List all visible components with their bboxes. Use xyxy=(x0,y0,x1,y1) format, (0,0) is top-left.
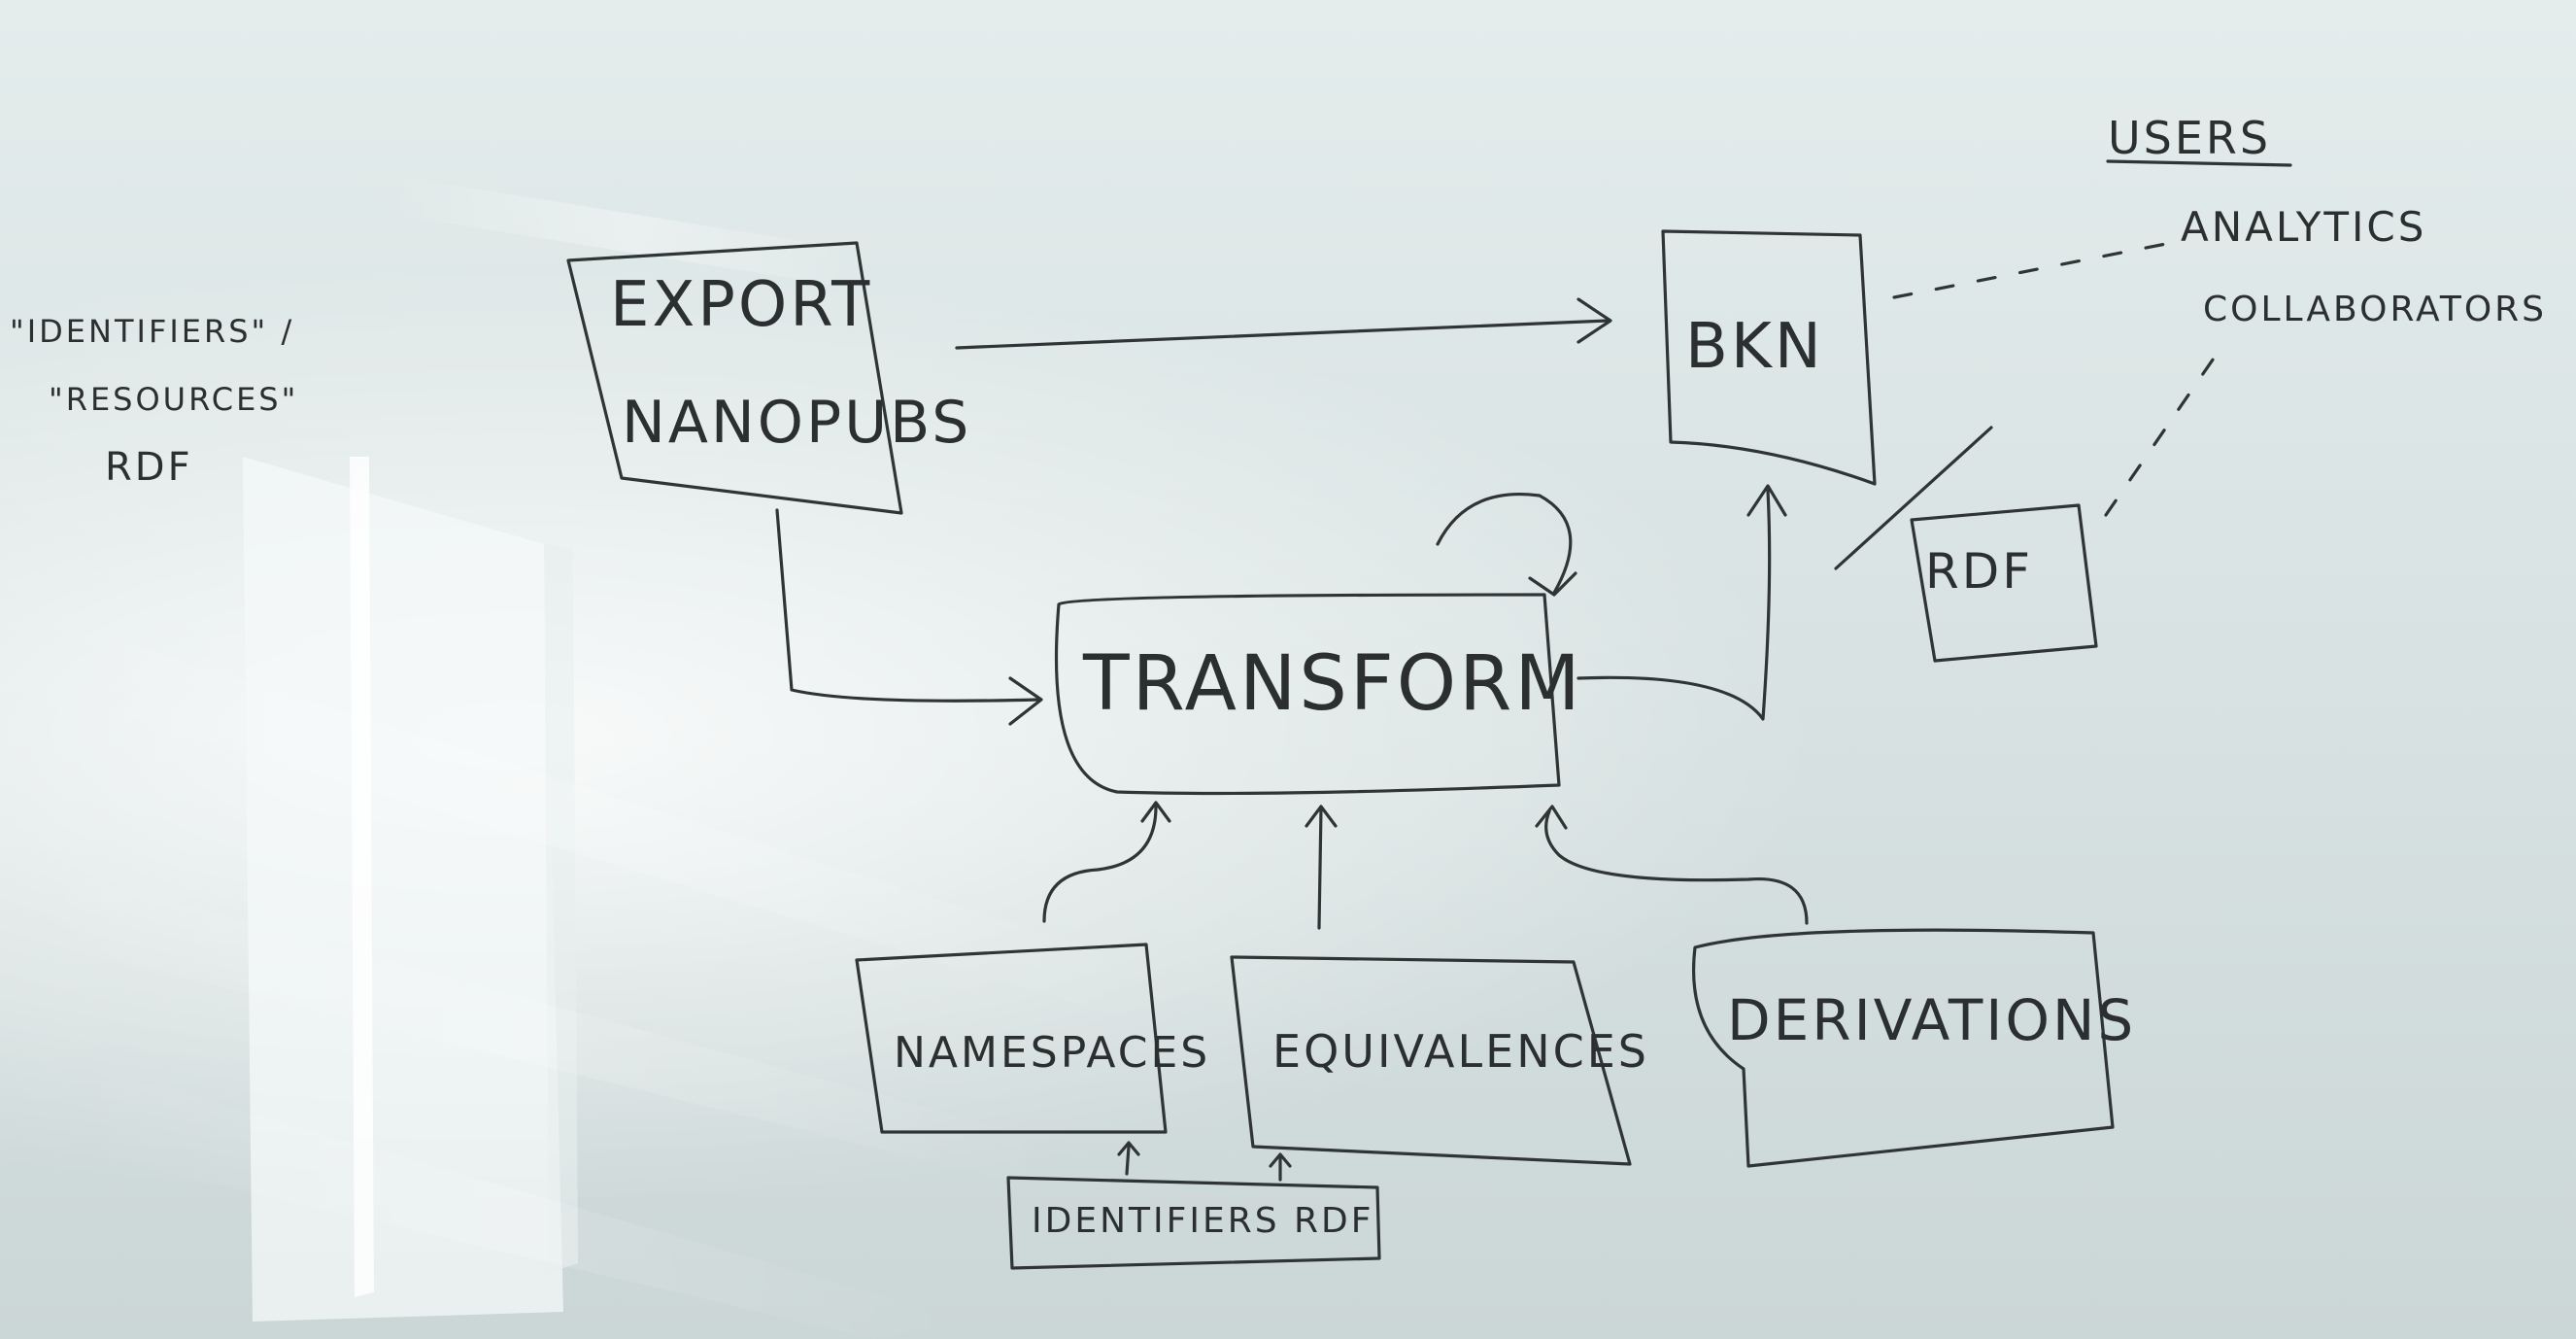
export-nanopubs-node: EXPORT NANOPUBS xyxy=(566,241,971,515)
diagram-canvas: EXPORT NANOPUBS BKN TRANSFORM NAMESPACES xyxy=(10,112,2547,1270)
note-identifiers: "IDENTIFIERS" / xyxy=(10,313,294,350)
arrow-rdf-to-equivalences xyxy=(1269,1152,1292,1182)
rdf-label: RDF xyxy=(1925,543,2033,600)
arrow-transform-to-bkn xyxy=(1576,489,1772,721)
equivalences-label: EQUIVALENCES xyxy=(1272,1025,1649,1078)
namespaces-label: NAMESPACES xyxy=(894,1028,1210,1078)
arrow-identifiers-to-namespaces xyxy=(1117,1141,1140,1176)
export-label: EXPORT xyxy=(610,269,872,341)
arrow-namespaces-to-transform xyxy=(1042,805,1158,923)
collaborators-label: COLLABORATORS xyxy=(2203,290,2547,329)
transform-self-loop-head xyxy=(1528,571,1577,597)
bkn-label: BKN xyxy=(1685,311,1824,383)
arrow-equivalences-to-transform xyxy=(1317,807,1323,930)
equivalences-node: EQUIVALENCES xyxy=(1230,955,1649,1166)
arrow-derivations-to-transform xyxy=(1544,809,1809,925)
note-resources: "RESOURCES" xyxy=(49,381,298,418)
nanopubs-label: NANOPUBS xyxy=(622,389,971,457)
arrow-export-to-bkn xyxy=(955,319,1610,350)
rdf-node: RDF xyxy=(1910,503,2098,663)
identifiers-rdf-label: IDENTIFIERS RDF xyxy=(1032,1201,1373,1241)
transform-self-loop xyxy=(1436,493,1573,595)
users-label: USERS xyxy=(2108,112,2271,164)
arrowhead-derivations xyxy=(1535,805,1568,830)
whiteboard: EXPORT NANOPUBS BKN TRANSFORM NAMESPACES xyxy=(0,0,2576,1339)
dashed-rdf-to-collaborators xyxy=(2104,348,2221,517)
identifiers-rdf-node: IDENTIFIERS RDF xyxy=(1006,1176,1381,1270)
derivations-label: DERIVATIONS xyxy=(1727,987,2136,1053)
transform-label: TRANSFORM xyxy=(1082,640,1583,728)
dashed-bkn-to-analytics xyxy=(1892,241,2173,299)
analytics-label: ANALYTICS xyxy=(2181,203,2426,251)
arrow-export-to-transform xyxy=(775,508,1041,703)
transform-node: TRANSFORM xyxy=(1054,593,1583,796)
derivations-node: DERIVATIONS xyxy=(1691,928,2136,1168)
bkn-node: BKN xyxy=(1661,229,1877,486)
note-rdf: RDF xyxy=(105,445,193,490)
namespaces-node: NAMESPACES xyxy=(855,943,1210,1134)
